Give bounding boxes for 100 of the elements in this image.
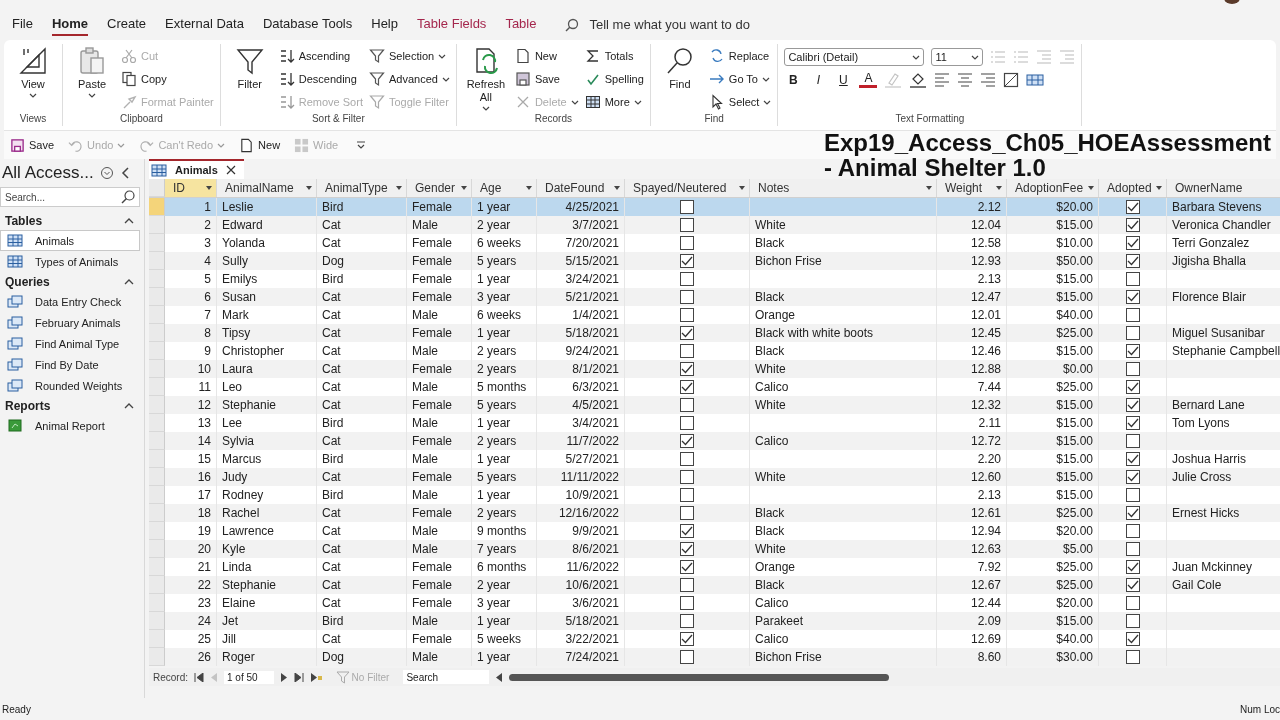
menu-tab[interactable]: Create	[107, 16, 147, 36]
new-record-icon[interactable]	[309, 672, 322, 682]
ribbon-button[interactable]: Advanced	[368, 69, 450, 89]
column-header[interactable]: DateFound	[537, 179, 625, 197]
section-header[interactable]: Reports	[0, 396, 144, 415]
ribbon-button[interactable]: Select	[708, 92, 772, 112]
toolbar-button[interactable]: Save	[10, 137, 55, 153]
table-row[interactable]: 10 Laura Cat Female 2 years 8/1/2021 White 12.88 $0.00	[149, 360, 1280, 378]
next-record-icon[interactable]	[279, 672, 288, 682]
menu-tab[interactable]: Help	[371, 16, 398, 36]
table-row[interactable]: 26 Roger Dog Male 1 year 7/24/2021 Bichon Frise 8.60 $30.00	[149, 648, 1280, 666]
checkbox[interactable]	[1125, 524, 1140, 538]
column-header[interactable]: Adopted	[1099, 179, 1167, 197]
checkbox[interactable]	[1125, 398, 1140, 412]
navigation-item[interactable]: Animal Report	[0, 415, 140, 436]
checkbox[interactable]	[1125, 362, 1140, 376]
navigation-item[interactable]: Rounded Weights	[0, 375, 140, 396]
ribbon-button[interactable]: Descending	[278, 69, 363, 89]
section-header[interactable]: Tables	[0, 211, 144, 230]
navigation-item[interactable]: Animals	[0, 230, 140, 251]
checkbox[interactable]	[680, 290, 694, 304]
ribbon-button[interactable]: Copy	[121, 69, 214, 89]
checkbox[interactable]	[1125, 560, 1140, 574]
checkbox[interactable]	[680, 632, 694, 646]
menu-tab[interactable]: Table	[505, 16, 537, 36]
checkbox[interactable]	[680, 596, 694, 610]
navigation-item[interactable]: February Animals	[0, 312, 140, 333]
checkbox[interactable]	[1125, 578, 1140, 592]
checkbox[interactable]	[1125, 326, 1140, 340]
table-row[interactable]: 1 Leslie Bird Female 1 year 4/25/2021 2.12 $20.00 Barbara Stevens	[149, 198, 1280, 216]
document-tab[interactable]: Animals	[149, 159, 244, 179]
ribbon-button[interactable]: Go To	[708, 69, 772, 89]
checkbox[interactable]	[680, 506, 694, 520]
ribbon-button[interactable]: View	[10, 44, 56, 113]
format-button[interactable]: B	[784, 73, 803, 87]
ribbon-button[interactable]: Save	[514, 69, 579, 89]
ribbon-button[interactable]: Replace	[708, 46, 772, 66]
table-row[interactable]: 18 Rachel Cat Female 2 years 12/16/2022 Black 12.61 $25.00 Ernest Hicks	[149, 504, 1280, 522]
menu-tab[interactable]: Home	[51, 16, 89, 36]
table-row[interactable]: 20 Kyle Cat Male 7 years 8/6/2021 White 12.63 $5.00	[149, 540, 1280, 558]
search-field[interactable]: Search	[403, 670, 490, 684]
checkbox[interactable]	[680, 326, 694, 340]
scroll-left-icon[interactable]	[495, 672, 504, 682]
checkbox[interactable]	[680, 578, 694, 592]
checkbox[interactable]	[1125, 416, 1140, 430]
ribbon-button[interactable]: Ascending	[278, 46, 363, 66]
checkbox[interactable]	[680, 434, 694, 448]
column-header[interactable]: Spayed/Neutered	[625, 179, 750, 197]
format-button[interactable]: A	[859, 72, 878, 88]
checkbox[interactable]	[680, 308, 694, 322]
column-header[interactable]: Gender	[407, 179, 472, 197]
font-size-dropdown[interactable]: 11	[931, 48, 984, 66]
collapse-icon[interactable]	[119, 166, 130, 180]
checkbox[interactable]	[680, 416, 694, 430]
checkbox[interactable]	[1125, 254, 1140, 268]
column-header[interactable]: Age	[472, 179, 537, 197]
checkbox[interactable]	[680, 470, 694, 484]
section-header[interactable]: Queries	[0, 272, 144, 291]
close-icon[interactable]	[225, 165, 236, 175]
checkbox[interactable]	[1125, 380, 1140, 394]
checkbox[interactable]	[1125, 506, 1140, 520]
table-row[interactable]: 12 Stephanie Cat Female 5 years 4/5/2021 White 12.32 $15.00 Bernard Lane	[149, 396, 1280, 414]
column-header[interactable]: AnimalType	[317, 179, 407, 197]
column-header[interactable]: ID	[165, 179, 217, 197]
last-record-icon[interactable]	[293, 672, 304, 682]
column-header[interactable]: Weight	[937, 179, 1007, 197]
tell-me-field[interactable]: Tell me what you want to do	[587, 16, 782, 33]
table-row[interactable]: 16 Judy Cat Female 5 years 11/11/2022 White 12.60 $15.00 Julie Cross	[149, 468, 1280, 486]
column-header[interactable]: AdoptionFee	[1007, 179, 1099, 197]
format-button[interactable]: I	[809, 73, 828, 87]
checkbox[interactable]	[680, 524, 694, 538]
ribbon-button[interactable]: Find	[656, 44, 703, 113]
checkbox[interactable]	[1125, 470, 1140, 484]
ribbon-button[interactable]: Selection	[368, 46, 450, 66]
checkbox[interactable]	[680, 488, 694, 502]
checkbox[interactable]	[1125, 290, 1140, 304]
navigation-item[interactable]: Find Animal Type	[0, 333, 140, 354]
checkbox[interactable]	[680, 362, 694, 376]
table-row[interactable]: 2 Edward Cat Male 2 year 3/7/2021 White 12.04 $15.00 Veronica Chandler	[149, 216, 1280, 234]
checkbox[interactable]	[1125, 452, 1140, 466]
ribbon-button[interactable]: Paste	[69, 44, 115, 113]
font-dropdown[interactable]: Calibri (Detail)	[784, 48, 925, 66]
ribbon-button[interactable]: New	[514, 46, 579, 66]
checkbox[interactable]	[1125, 308, 1140, 322]
format-button[interactable]: U	[834, 73, 853, 87]
column-header[interactable]: Notes	[750, 179, 937, 197]
column-header[interactable]: AnimalName	[217, 179, 317, 197]
checkbox[interactable]	[680, 398, 694, 412]
checkbox[interactable]	[1125, 488, 1140, 502]
table-row[interactable]: 6 Susan Cat Female 3 year 5/21/2021 Black 12.47 $15.00 Florence Blair	[149, 288, 1280, 306]
navigation-item[interactable]: Find By Date	[0, 354, 140, 375]
table-row[interactable]: 24 Jet Bird Male 1 year 5/18/2021 Parakeet 2.09 $15.00	[149, 612, 1280, 630]
checkbox[interactable]	[1125, 614, 1140, 628]
checkbox[interactable]	[680, 344, 694, 358]
checkbox[interactable]	[680, 452, 694, 466]
table-row[interactable]: 4 Sully Dog Female 5 years 5/15/2021 Bichon Frise 12.93 $50.00 Jigisha Bhalla	[149, 252, 1280, 270]
table-row[interactable]: 14 Sylvia Cat Female 2 years 11/7/2022 Calico 12.72 $15.00	[149, 432, 1280, 450]
customize-caret-icon[interactable]	[356, 141, 367, 149]
checkbox[interactable]	[1125, 236, 1140, 250]
checkbox[interactable]	[680, 272, 694, 286]
